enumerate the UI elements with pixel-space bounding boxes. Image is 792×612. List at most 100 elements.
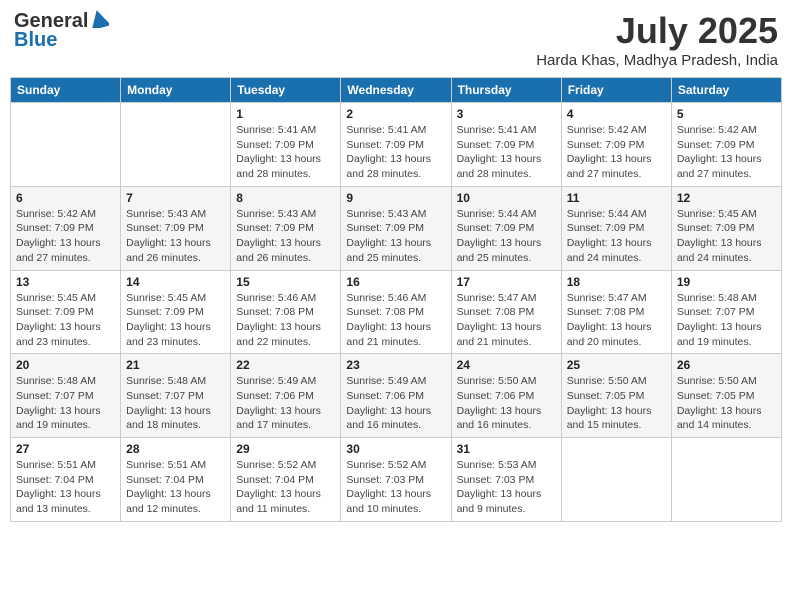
calendar-cell: 27 Sunrise: 5:51 AMSunset: 7:04 PMDayligh… bbox=[11, 438, 121, 522]
day-number: 28 bbox=[126, 442, 225, 456]
day-number: 4 bbox=[567, 107, 666, 121]
day-number: 23 bbox=[346, 358, 445, 372]
day-info: Sunrise: 5:42 AMSunset: 7:09 PMDaylight:… bbox=[16, 207, 115, 266]
calendar-cell: 4 Sunrise: 5:42 AMSunset: 7:09 PMDaylight… bbox=[561, 103, 671, 187]
calendar-cell: 10 Sunrise: 5:44 AMSunset: 7:09 PMDayligh… bbox=[451, 186, 561, 270]
calendar-cell: 18 Sunrise: 5:47 AMSunset: 7:08 PMDayligh… bbox=[561, 270, 671, 354]
calendar-cell: 6 Sunrise: 5:42 AMSunset: 7:09 PMDaylight… bbox=[11, 186, 121, 270]
calendar-cell: 26Sunrise: 5:50 AMSunset: 7:05 PMDayligh… bbox=[671, 354, 781, 438]
week-row-4: 20 Sunrise: 5:48 AMSunset: 7:07 PMDayligh… bbox=[11, 354, 782, 438]
day-number: 12 bbox=[677, 191, 776, 205]
day-info: Sunrise: 5:47 AMSunset: 7:08 PMDaylight:… bbox=[567, 291, 666, 350]
calendar-cell: 11 Sunrise: 5:44 AMSunset: 7:09 PMDayligh… bbox=[561, 186, 671, 270]
day-number: 15 bbox=[236, 275, 335, 289]
day-info: Sunrise: 5:51 AMSunset: 7:04 PMDaylight:… bbox=[126, 458, 225, 517]
day-info: Sunrise: 5:48 AMSunset: 7:07 PMDaylight:… bbox=[126, 374, 225, 433]
calendar-cell: 19 Sunrise: 5:48 AMSunset: 7:07 PMDayligh… bbox=[671, 270, 781, 354]
calendar-cell: 9 Sunrise: 5:43 AMSunset: 7:09 PMDaylight… bbox=[341, 186, 451, 270]
weekday-header-saturday: Saturday bbox=[671, 78, 781, 103]
day-number: 29 bbox=[236, 442, 335, 456]
day-info: Sunrise: 5:48 AMSunset: 7:07 PMDaylight:… bbox=[677, 291, 776, 350]
calendar-cell bbox=[121, 103, 231, 187]
day-number: 2 bbox=[346, 107, 445, 121]
day-number: 30 bbox=[346, 442, 445, 456]
day-number: 19 bbox=[677, 275, 776, 289]
day-info: Sunrise: 5:50 AMSunset: 7:06 PMDaylight:… bbox=[457, 374, 556, 433]
calendar-cell: 28 Sunrise: 5:51 AMSunset: 7:04 PMDayligh… bbox=[121, 438, 231, 522]
day-number: 8 bbox=[236, 191, 335, 205]
day-info: Sunrise: 5:43 AMSunset: 7:09 PMDaylight:… bbox=[236, 207, 335, 266]
day-number: 24 bbox=[457, 358, 556, 372]
day-number: 22 bbox=[236, 358, 335, 372]
day-info: Sunrise: 5:41 AMSunset: 7:09 PMDaylight:… bbox=[346, 123, 445, 182]
weekday-header-monday: Monday bbox=[121, 78, 231, 103]
day-info: Sunrise: 5:45 AMSunset: 7:09 PMDaylight:… bbox=[677, 207, 776, 266]
calendar-cell: 2 Sunrise: 5:41 AMSunset: 7:09 PMDaylight… bbox=[341, 103, 451, 187]
day-info: Sunrise: 5:41 AMSunset: 7:09 PMDaylight:… bbox=[457, 123, 556, 182]
day-number: 18 bbox=[567, 275, 666, 289]
location-title: Harda Khas, Madhya Pradesh, India bbox=[536, 52, 778, 69]
day-info: Sunrise: 5:53 AMSunset: 7:03 PMDaylight:… bbox=[457, 458, 556, 517]
day-number: 17 bbox=[457, 275, 556, 289]
day-number: 13 bbox=[16, 275, 115, 289]
day-number: 21 bbox=[126, 358, 225, 372]
day-info: Sunrise: 5:45 AMSunset: 7:09 PMDaylight:… bbox=[16, 291, 115, 350]
calendar-cell: 15Sunrise: 5:46 AMSunset: 7:08 PMDayligh… bbox=[231, 270, 341, 354]
calendar-cell: 21 Sunrise: 5:48 AMSunset: 7:07 PMDayligh… bbox=[121, 354, 231, 438]
day-info: Sunrise: 5:47 AMSunset: 7:08 PMDaylight:… bbox=[457, 291, 556, 350]
day-number: 14 bbox=[126, 275, 225, 289]
calendar-cell: 5 Sunrise: 5:42 AMSunset: 7:09 PMDaylight… bbox=[671, 103, 781, 187]
week-row-1: 1 Sunrise: 5:41 AMSunset: 7:09 PMDaylight… bbox=[11, 103, 782, 187]
day-number: 27 bbox=[16, 442, 115, 456]
day-info: Sunrise: 5:44 AMSunset: 7:09 PMDaylight:… bbox=[457, 207, 556, 266]
weekday-header-wednesday: Wednesday bbox=[341, 78, 451, 103]
day-info: Sunrise: 5:50 AMSunset: 7:05 PMDaylight:… bbox=[567, 374, 666, 433]
calendar-cell bbox=[671, 438, 781, 522]
logo: General Blue bbox=[14, 10, 109, 51]
day-number: 31 bbox=[457, 442, 556, 456]
week-row-5: 27 Sunrise: 5:51 AMSunset: 7:04 PMDayligh… bbox=[11, 438, 782, 522]
day-info: Sunrise: 5:50 AMSunset: 7:05 PMDaylight:… bbox=[677, 374, 776, 433]
calendar-cell: 25 Sunrise: 5:50 AMSunset: 7:05 PMDayligh… bbox=[561, 354, 671, 438]
day-info: Sunrise: 5:43 AMSunset: 7:09 PMDaylight:… bbox=[346, 207, 445, 266]
logo-blue-text: Blue bbox=[14, 29, 109, 51]
day-info: Sunrise: 5:41 AMSunset: 7:09 PMDaylight:… bbox=[236, 123, 335, 182]
day-info: Sunrise: 5:49 AMSunset: 7:06 PMDaylight:… bbox=[346, 374, 445, 433]
day-info: Sunrise: 5:42 AMSunset: 7:09 PMDaylight:… bbox=[567, 123, 666, 182]
day-info: Sunrise: 5:42 AMSunset: 7:09 PMDaylight:… bbox=[677, 123, 776, 182]
calendar-cell: 22 Sunrise: 5:49 AMSunset: 7:06 PMDayligh… bbox=[231, 354, 341, 438]
month-title: July 2025 bbox=[536, 10, 778, 52]
calendar-cell bbox=[561, 438, 671, 522]
day-number: 20 bbox=[16, 358, 115, 372]
calendar-cell: 29 Sunrise: 5:52 AMSunset: 7:04 PMDayligh… bbox=[231, 438, 341, 522]
day-info: Sunrise: 5:44 AMSunset: 7:09 PMDaylight:… bbox=[567, 207, 666, 266]
day-number: 25 bbox=[567, 358, 666, 372]
weekday-header-row: SundayMondayTuesdayWednesdayThursdayFrid… bbox=[11, 78, 782, 103]
day-number: 10 bbox=[457, 191, 556, 205]
calendar-cell: 3 Sunrise: 5:41 AMSunset: 7:09 PMDaylight… bbox=[451, 103, 561, 187]
day-number: 9 bbox=[346, 191, 445, 205]
day-number: 5 bbox=[677, 107, 776, 121]
weekday-header-tuesday: Tuesday bbox=[231, 78, 341, 103]
day-info: Sunrise: 5:45 AMSunset: 7:09 PMDaylight:… bbox=[126, 291, 225, 350]
day-info: Sunrise: 5:46 AMSunset: 7:08 PMDaylight:… bbox=[346, 291, 445, 350]
weekday-header-friday: Friday bbox=[561, 78, 671, 103]
week-row-3: 13 Sunrise: 5:45 AMSunset: 7:09 PMDayligh… bbox=[11, 270, 782, 354]
day-number: 1 bbox=[236, 107, 335, 121]
page-header: General Blue July 2025 Harda Khas, Madhy… bbox=[10, 10, 782, 69]
day-number: 3 bbox=[457, 107, 556, 121]
day-info: Sunrise: 5:51 AMSunset: 7:04 PMDaylight:… bbox=[16, 458, 115, 517]
day-info: Sunrise: 5:48 AMSunset: 7:07 PMDaylight:… bbox=[16, 374, 115, 433]
title-section: July 2025 Harda Khas, Madhya Pradesh, In… bbox=[536, 10, 778, 69]
day-info: Sunrise: 5:52 AMSunset: 7:03 PMDaylight:… bbox=[346, 458, 445, 517]
day-info: Sunrise: 5:52 AMSunset: 7:04 PMDaylight:… bbox=[236, 458, 335, 517]
calendar-cell: 12 Sunrise: 5:45 AMSunset: 7:09 PMDayligh… bbox=[671, 186, 781, 270]
day-number: 6 bbox=[16, 191, 115, 205]
day-info: Sunrise: 5:49 AMSunset: 7:06 PMDaylight:… bbox=[236, 374, 335, 433]
calendar-cell: 23 Sunrise: 5:49 AMSunset: 7:06 PMDayligh… bbox=[341, 354, 451, 438]
calendar-cell: 13 Sunrise: 5:45 AMSunset: 7:09 PMDayligh… bbox=[11, 270, 121, 354]
calendar-cell: 16Sunrise: 5:46 AMSunset: 7:08 PMDayligh… bbox=[341, 270, 451, 354]
calendar-cell: 7Sunrise: 5:43 AMSunset: 7:09 PMDaylight… bbox=[121, 186, 231, 270]
calendar-cell: 1 Sunrise: 5:41 AMSunset: 7:09 PMDaylight… bbox=[231, 103, 341, 187]
day-number: 11 bbox=[567, 191, 666, 205]
